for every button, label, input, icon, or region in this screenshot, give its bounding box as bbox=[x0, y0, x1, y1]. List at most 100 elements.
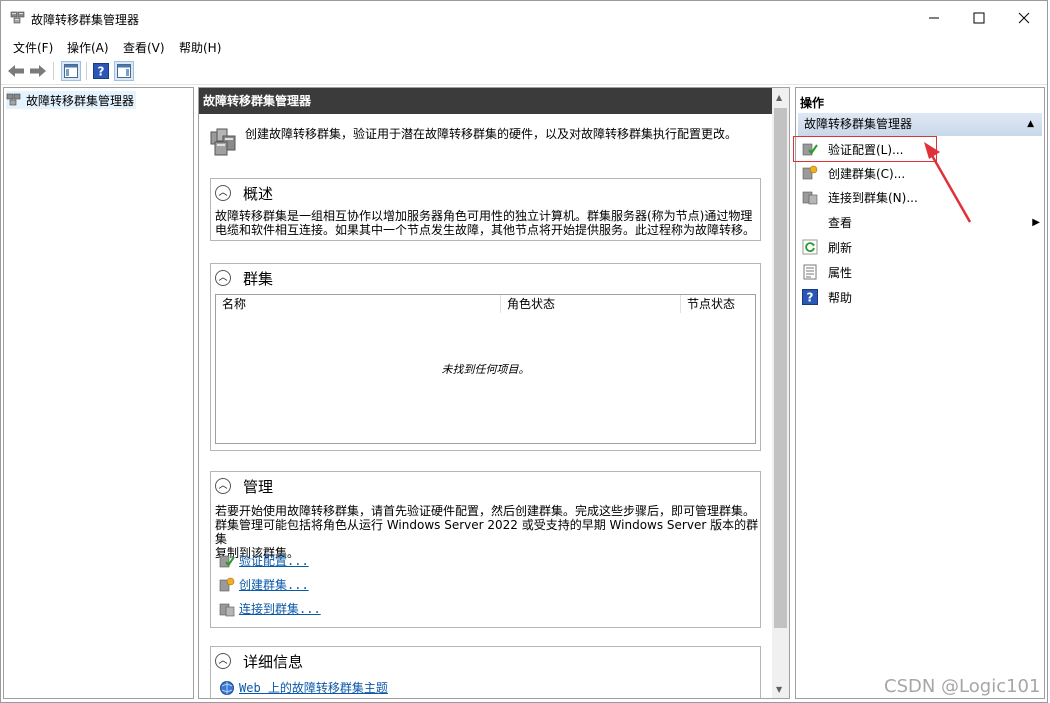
forward-arrow-icon bbox=[30, 65, 46, 77]
action-label: 属性 bbox=[828, 265, 853, 280]
intro-text: 创建故障转移群集，验证用于潜在故障转移群集的硬件，以及对故障转移群集执行配置更改… bbox=[245, 127, 738, 141]
minimize-icon bbox=[929, 17, 939, 19]
scroll-down-icon[interactable]: ▼ bbox=[776, 685, 782, 694]
action-help[interactable]: ? 帮助 bbox=[802, 286, 852, 308]
management-header[interactable]: ︿ 管理 bbox=[215, 475, 273, 497]
show-hide-console-tree-icon bbox=[64, 64, 78, 78]
maximize-button[interactable] bbox=[956, 1, 1002, 35]
connect-cluster-link-row[interactable]: 连接到群集... bbox=[219, 600, 321, 617]
help-icon: ? bbox=[802, 289, 818, 305]
properties-icon bbox=[802, 264, 818, 280]
collapse-icon[interactable]: ︿ bbox=[215, 185, 231, 201]
help-toolbar-button[interactable]: ? bbox=[91, 61, 111, 81]
action-connect-cluster[interactable]: 连接到群集(N)... bbox=[802, 186, 918, 208]
watermark: CSDN @Logic101 bbox=[884, 676, 1041, 697]
annotation-arrow-icon bbox=[924, 142, 972, 223]
collapse-icon[interactable]: ︿ bbox=[215, 653, 231, 669]
tree-item-label: 故障转移群集管理器 bbox=[26, 93, 135, 108]
web-topic-link[interactable]: Web 上的故障转移群集主题 bbox=[239, 679, 388, 696]
refresh-icon bbox=[802, 239, 818, 255]
vertical-scrollbar[interactable]: ▲ ▼ bbox=[772, 88, 789, 698]
action-refresh[interactable]: 刷新 bbox=[802, 236, 852, 258]
collapse-icon[interactable]: ︿ bbox=[215, 478, 231, 494]
create-cluster-link[interactable]: 创建群集... bbox=[239, 576, 309, 593]
cluster-servers-icon bbox=[210, 128, 236, 156]
back-button[interactable] bbox=[6, 61, 26, 81]
management-section: ︿ 管理 若要开始使用故障转移群集，请首先验证硬件配置，然后创建群集。完成这些步… bbox=[210, 471, 761, 628]
details-section: ︿ 详细信息 Web 上的故障转移群集主题 bbox=[210, 646, 761, 698]
svg-text:?: ? bbox=[807, 291, 814, 305]
connect-cluster-icon bbox=[219, 603, 235, 616]
action-label: 刷新 bbox=[828, 240, 853, 255]
overview-text-line: 故障转移群集是一组相互协作以增加服务器角色可用性的独立计算机。群集服务器(称为节… bbox=[215, 209, 753, 223]
toolbar: ? bbox=[1, 58, 1047, 85]
console-tree: 故障转移群集管理器 bbox=[3, 87, 194, 699]
column-header-node-status[interactable]: 节点状态 bbox=[681, 295, 755, 313]
action-label: 帮助 bbox=[828, 290, 853, 305]
cluster-manager-icon bbox=[6, 93, 21, 106]
show-hide-action-pane-icon bbox=[117, 64, 131, 78]
title-bar: 故障转移群集管理器 bbox=[1, 1, 1047, 35]
menu-help[interactable]: 帮助(H) bbox=[179, 39, 221, 56]
menu-file[interactable]: 文件(F) bbox=[13, 39, 53, 56]
center-header: 故障转移群集管理器 bbox=[199, 88, 773, 114]
action-create-cluster[interactable]: 创建群集(C)... bbox=[802, 162, 905, 184]
collapse-caret-icon[interactable]: ▲ bbox=[1027, 113, 1034, 136]
column-header-role-status[interactable]: 角色状态 bbox=[501, 295, 681, 313]
annotation-highlight-box bbox=[793, 136, 937, 162]
scroll-up-icon[interactable]: ▲ bbox=[776, 93, 782, 102]
scroll-thumb[interactable] bbox=[774, 108, 787, 628]
validate-config-icon bbox=[219, 555, 235, 567]
validate-config-link[interactable]: 验证配置... bbox=[239, 552, 309, 569]
overview-text-line: 电缆和软件相互连接。如果其中一个节点发生故障，其他节点将开始提供服务。此过程称为… bbox=[215, 223, 756, 237]
help-icon: ? bbox=[93, 63, 109, 79]
actions-header: 操作 bbox=[800, 96, 825, 110]
action-label: 创建群集(C)... bbox=[828, 166, 906, 181]
console-tree-toggle-button[interactable] bbox=[61, 61, 81, 81]
close-button[interactable] bbox=[1001, 1, 1047, 35]
create-cluster-icon bbox=[802, 165, 818, 181]
overview-header[interactable]: ︿ 概述 bbox=[215, 182, 273, 204]
create-cluster-icon bbox=[219, 577, 235, 591]
clusters-title: 群集 bbox=[243, 269, 274, 288]
web-topic-link-row[interactable]: Web 上的故障转移群集主题 bbox=[219, 679, 388, 696]
app-window: 故障转移群集管理器 文件(F) 操作(A) 查看(V) 帮助(H) ? 故障转移… bbox=[0, 0, 1048, 703]
toolbar-separator bbox=[86, 62, 87, 80]
forward-button[interactable] bbox=[28, 61, 48, 81]
maximize-icon bbox=[973, 12, 985, 24]
overview-text: 故障转移群集是一组相互协作以增加服务器角色可用性的独立计算机。群集服务器(称为节… bbox=[215, 209, 755, 237]
clusters-list[interactable]: 名称 角色状态 节点状态 未找到任何项目。 bbox=[215, 294, 756, 444]
menu-view[interactable]: 查看(V) bbox=[123, 39, 165, 56]
close-icon bbox=[1018, 12, 1030, 24]
svg-text:?: ? bbox=[98, 65, 105, 79]
window-title: 故障转移群集管理器 bbox=[31, 13, 140, 27]
validate-config-link-row[interactable]: 验证配置... bbox=[219, 552, 309, 569]
management-text-line: 若要开始使用故障转移群集，请首先验证硬件配置，然后创建群集。完成这些步骤后，即可… bbox=[215, 504, 756, 518]
submenu-arrow-icon: ▶ bbox=[1032, 216, 1040, 228]
menu-bar: 文件(F) 操作(A) 查看(V) 帮助(H) bbox=[1, 35, 1047, 57]
center-pane: 故障转移群集管理器 ▲ ▼ 创建故障转移群集，验证用于潜在故障转移群集的硬件，以… bbox=[198, 87, 790, 699]
details-header[interactable]: ︿ 详细信息 bbox=[215, 650, 303, 672]
tree-item-failover-cluster-manager[interactable]: 故障转移群集管理器 bbox=[6, 91, 137, 109]
toolbar-separator bbox=[53, 62, 54, 80]
action-properties[interactable]: 属性 bbox=[802, 261, 852, 283]
action-pane-toggle-button[interactable] bbox=[114, 61, 134, 81]
connect-cluster-icon bbox=[802, 189, 818, 205]
overview-title: 概述 bbox=[243, 184, 274, 203]
collapse-icon[interactable]: ︿ bbox=[215, 270, 231, 286]
back-arrow-icon bbox=[8, 65, 24, 77]
create-cluster-link-row[interactable]: 创建群集... bbox=[219, 576, 309, 593]
menu-action[interactable]: 操作(A) bbox=[67, 39, 109, 56]
minimize-button[interactable] bbox=[911, 1, 957, 35]
globe-icon bbox=[220, 680, 234, 695]
column-header-name[interactable]: 名称 bbox=[216, 295, 501, 313]
clusters-section: ︿ 群集 名称 角色状态 节点状态 未找到任何项目。 bbox=[210, 263, 761, 451]
blank-icon bbox=[802, 214, 818, 230]
management-text-line: 群集管理可能包括将角色从运行 Windows Server 2022 或受支持的… bbox=[215, 518, 759, 546]
empty-list-message: 未找到任何项目。 bbox=[441, 363, 530, 376]
clusters-header[interactable]: ︿ 群集 bbox=[215, 267, 273, 289]
action-label: 查看 bbox=[828, 215, 853, 230]
cluster-manager-icon bbox=[10, 11, 25, 24]
actions-group-header[interactable]: 故障转移群集管理器 ▲ bbox=[798, 113, 1042, 136]
connect-cluster-link[interactable]: 连接到群集... bbox=[239, 600, 321, 617]
